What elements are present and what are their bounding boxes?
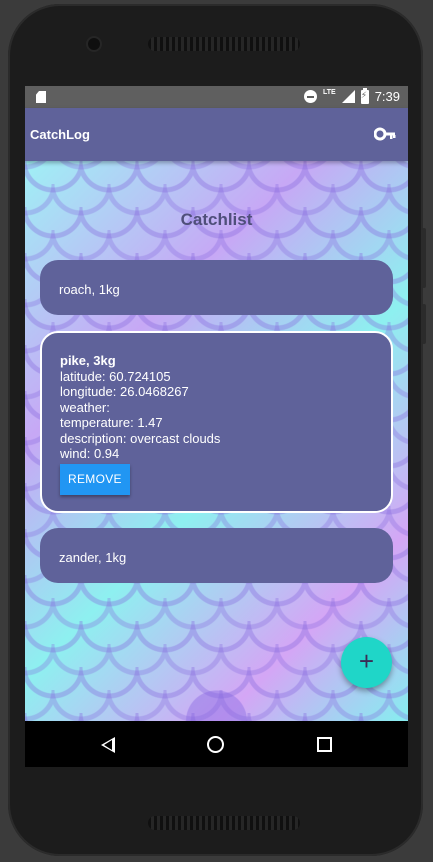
catch-wind: wind: 0.94 [60,446,120,461]
catch-description: description: overcast clouds [60,430,221,446]
catch-item-zander[interactable]: zander, 1kg [40,528,393,583]
back-icon[interactable] [101,737,115,753]
catch-weather: weather: [60,399,110,415]
catch-item-pike[interactable]: pike, 3kg latitude: 60.724105 longitude:… [40,331,393,513]
home-icon[interactable] [207,736,224,753]
catch-temperature: temperature: 1.47 [60,415,163,430]
sd-card-icon [36,91,46,103]
remove-button[interactable]: REMOVE [60,463,130,495]
status-time: 7:39 [374,89,400,104]
page-title: Catchlist [180,210,253,229]
status-icons: LTE 7:39 [303,87,400,104]
catch-item-label: zander, 1kg [59,550,127,565]
status-bar: LTE 7:39 [25,86,408,108]
catch-item-label: pike, 3kg [60,353,116,368]
plus-icon: + [358,646,375,676]
catch-list-screen[interactable]: Catchlist roach, 1kg pike, 3kg latitude:… [25,161,408,721]
lte-label: LTE [322,89,336,96]
navigation-bar [25,721,408,767]
battery-charging-icon [360,87,369,104]
top-speaker [148,37,300,51]
device-screen: LTE 7:39 CatchLog Catchlist roach, 1kg p… [25,86,408,767]
power-button [422,304,426,344]
add-catch-button[interactable]: + [341,637,392,688]
catch-latitude: latitude: 60.724105 [60,368,171,384]
catch-item-label: roach, 1kg [59,282,120,297]
catch-longitude: longitude: 26.0468267 [60,384,189,399]
do-not-disturb-icon [303,90,317,103]
signal-icon [341,90,355,103]
volume-button [422,228,426,288]
app-title: CatchLog [30,127,90,142]
app-bar: CatchLog [25,108,408,161]
key-icon[interactable] [374,127,396,141]
front-camera [88,38,100,50]
catch-item-roach[interactable]: roach, 1kg [40,260,393,315]
recents-icon[interactable] [317,737,332,752]
bottom-speaker [148,816,300,830]
